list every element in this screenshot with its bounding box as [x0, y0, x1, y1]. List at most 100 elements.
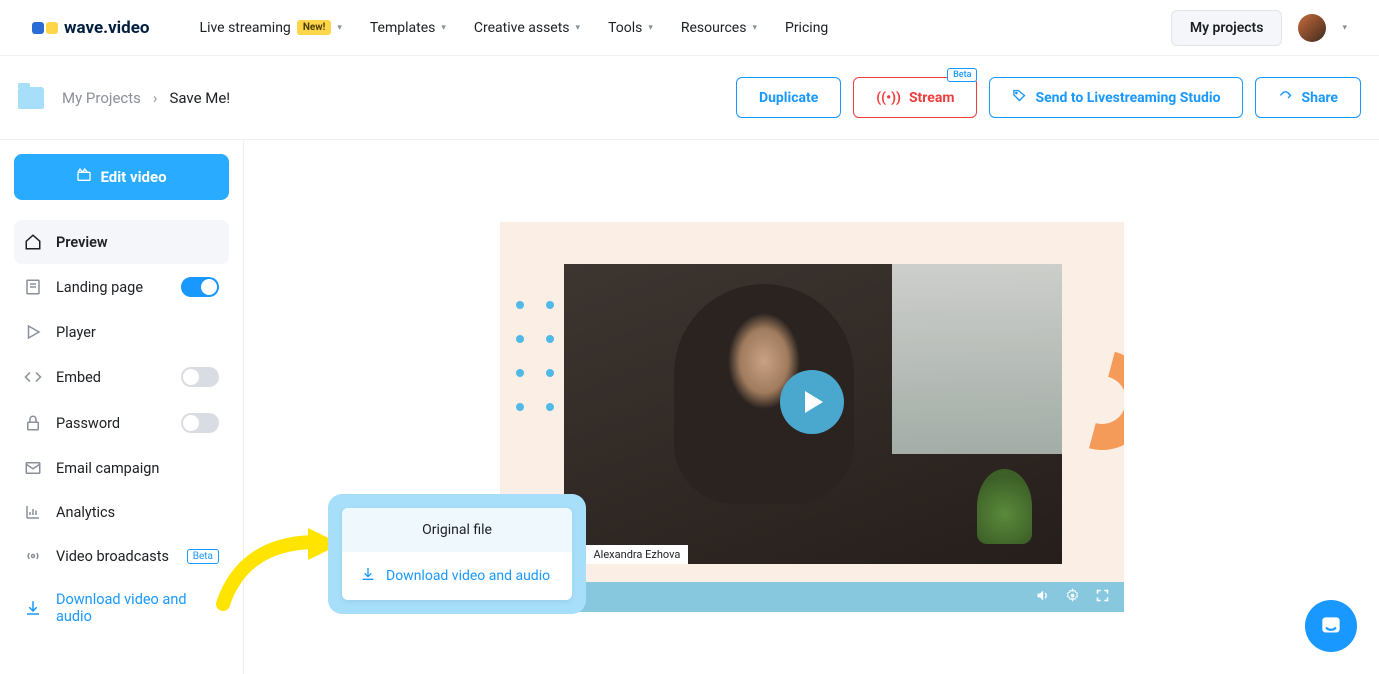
download-video-audio-option[interactable]: Download video and audio: [342, 552, 572, 600]
annotation-arrow: [213, 524, 343, 614]
sidebar-item-label: Landing page: [56, 279, 143, 296]
sidebar-item-label: Email campaign: [56, 460, 159, 477]
sidebar: Edit video Preview Landing page Player E…: [0, 140, 244, 674]
sidebar-item-landing-page[interactable]: Landing page: [14, 264, 229, 310]
embed-toggle[interactable]: [181, 367, 219, 387]
nav-label: Live streaming: [200, 20, 291, 36]
sidebar-item-label: Preview: [56, 234, 108, 251]
sidebar-item-label: Analytics: [56, 504, 115, 521]
share-button[interactable]: Share: [1255, 77, 1361, 118]
settings-icon[interactable]: [1065, 588, 1080, 607]
page-actions: Duplicate ((•)) Stream Beta Send to Live…: [736, 77, 1361, 118]
nav-pricing[interactable]: Pricing: [785, 20, 828, 36]
brand-text: wave.video: [64, 18, 150, 38]
video-player: Alexandra Ezhova: [500, 222, 1124, 674]
breadcrumb-current: Save Me!: [169, 89, 230, 107]
subheader: My Projects › Save Me! Duplicate ((•)) S…: [0, 56, 1379, 140]
chart-icon: [24, 503, 42, 521]
button-label: Duplicate: [759, 90, 818, 106]
sidebar-item-download[interactable]: Download video and audio: [14, 578, 229, 638]
main-area: Edit video Preview Landing page Player E…: [0, 140, 1379, 674]
header-right: My projects ▾: [1171, 10, 1347, 46]
button-label: Stream: [909, 90, 955, 106]
my-projects-button[interactable]: My projects: [1171, 10, 1283, 46]
sidebar-item-embed[interactable]: Embed: [14, 354, 229, 400]
volume-icon[interactable]: [1035, 588, 1050, 607]
button-label: Share: [1301, 90, 1338, 106]
fullscreen-icon[interactable]: [1095, 588, 1110, 607]
download-icon: [360, 566, 376, 586]
broadcast-icon: ((•)): [876, 90, 901, 106]
tag-icon: [1012, 88, 1027, 107]
chevron-down-icon[interactable]: ▾: [1342, 23, 1347, 33]
sidebar-item-label: Password: [56, 415, 120, 432]
background-window: [892, 264, 1062, 454]
chat-icon: [1318, 613, 1344, 639]
page-icon: [24, 278, 42, 296]
play-button[interactable]: [780, 370, 844, 434]
chevron-down-icon: ▾: [576, 23, 581, 33]
player-controls-bar: [500, 582, 1124, 612]
nav-label: Pricing: [785, 20, 828, 36]
nav-creative-assets[interactable]: Creative assets ▾: [474, 20, 580, 36]
nav-label: Templates: [370, 20, 436, 36]
button-label: Edit video: [100, 168, 166, 186]
download-popup-inner: Original file Download video and audio: [342, 508, 572, 600]
option-label: Download video and audio: [386, 568, 550, 584]
breadcrumb-root[interactable]: My Projects: [62, 89, 141, 107]
main-nav: Live streaming New! ▾ Templates ▾ Creati…: [200, 20, 1171, 36]
chevron-down-icon: ▾: [648, 23, 653, 33]
edit-video-button[interactable]: Edit video: [14, 154, 229, 200]
presenter-name-tag: Alexandra Ezhova: [586, 545, 689, 564]
password-toggle[interactable]: [181, 413, 219, 433]
breadcrumb: My Projects › Save Me!: [62, 89, 230, 107]
chevron-down-icon: ▾: [337, 23, 342, 33]
sidebar-item-label: Download video and audio: [56, 591, 219, 625]
nav-label: Tools: [608, 20, 642, 36]
button-label: Send to Livestreaming Studio: [1035, 90, 1220, 106]
broadcast-icon: [24, 547, 42, 565]
nav-label: Resources: [681, 20, 747, 36]
brand-logo[interactable]: wave.video: [32, 18, 150, 38]
stream-button[interactable]: ((•)) Stream Beta: [853, 77, 977, 118]
code-icon: [24, 368, 42, 386]
breadcrumb-separator: ›: [153, 89, 158, 107]
send-to-studio-button[interactable]: Send to Livestreaming Studio: [989, 77, 1243, 118]
duplicate-button[interactable]: Duplicate: [736, 77, 841, 118]
sidebar-item-label: Video broadcasts: [56, 548, 169, 565]
download-popup: Original file Download video and audio: [328, 494, 586, 614]
option-label: Original file: [422, 522, 492, 538]
new-badge: New!: [297, 20, 332, 35]
top-nav: wave.video Live streaming New! ▾ Templat…: [0, 0, 1379, 56]
landing-toggle[interactable]: [181, 277, 219, 297]
lock-icon: [24, 414, 42, 432]
nav-templates[interactable]: Templates ▾: [370, 20, 446, 36]
video-frame[interactable]: Alexandra Ezhova: [500, 222, 1124, 582]
clapper-icon: [76, 167, 92, 187]
sidebar-item-analytics[interactable]: Analytics: [14, 490, 229, 534]
home-icon: [24, 233, 42, 251]
chevron-down-icon: ▾: [752, 23, 757, 33]
intercom-chat-button[interactable]: [1305, 600, 1357, 652]
download-icon: [24, 599, 42, 617]
nav-resources[interactable]: Resources ▾: [681, 20, 757, 36]
sidebar-item-player[interactable]: Player: [14, 310, 229, 354]
nav-label: Creative assets: [474, 20, 570, 36]
sidebar-item-label: Embed: [56, 369, 101, 386]
original-file-option[interactable]: Original file: [342, 508, 572, 552]
share-icon: [1278, 88, 1293, 107]
sidebar-item-preview[interactable]: Preview: [14, 220, 229, 264]
folder-icon[interactable]: [18, 87, 44, 109]
sidebar-item-video-broadcasts[interactable]: Video broadcasts Beta: [14, 534, 229, 578]
sidebar-item-password[interactable]: Password: [14, 400, 229, 446]
mail-icon: [24, 459, 42, 477]
sidebar-item-label: Player: [56, 324, 96, 341]
nav-live-streaming[interactable]: Live streaming New! ▾: [200, 20, 342, 36]
beta-badge: Beta: [947, 68, 977, 82]
plant-decoration: [977, 469, 1032, 544]
logo-icon: [32, 22, 58, 34]
sidebar-item-email-campaign[interactable]: Email campaign: [14, 446, 229, 490]
avatar[interactable]: [1298, 14, 1326, 42]
nav-tools[interactable]: Tools ▾: [608, 20, 653, 36]
play-icon: [24, 323, 42, 341]
